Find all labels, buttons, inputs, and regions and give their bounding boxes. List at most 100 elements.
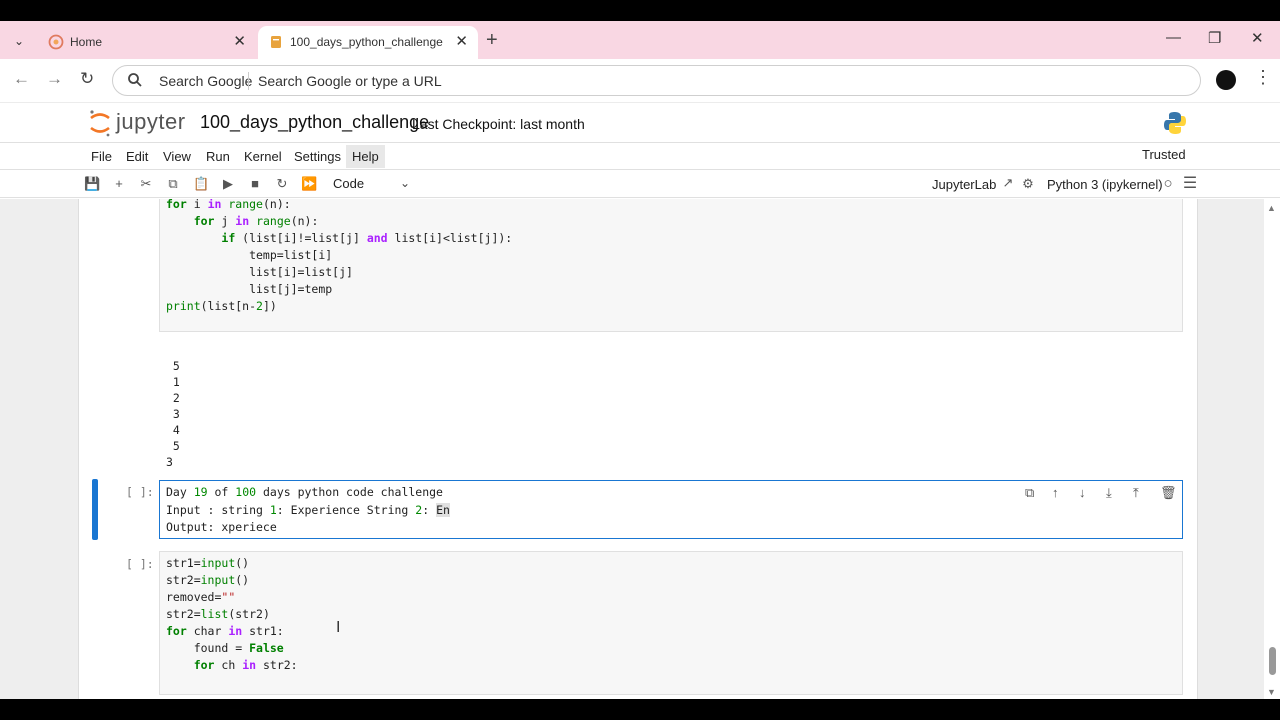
insert-above-icon[interactable]: ⤓ — [1106, 485, 1112, 501]
tab-search-chevron-icon[interactable]: ⌄ — [8, 30, 30, 52]
code-line: for i in range(n): — [166, 199, 291, 211]
scroll-up-icon[interactable]: ▲ — [1267, 203, 1276, 213]
code-line: list[i]=list[j] — [166, 265, 353, 279]
new-tab-plus-icon[interactable]: + — [486, 29, 498, 52]
menu-kernel[interactable]: Kernel — [240, 149, 286, 164]
scroll-down-icon[interactable]: ▼ — [1267, 687, 1276, 697]
window-close-icon[interactable]: ✕ — [1251, 29, 1264, 47]
insert-below-icon[interactable]: ⤒ — [1133, 485, 1139, 501]
output-line: 5 — [166, 439, 180, 453]
tab-home[interactable]: Home ✕ — [38, 26, 256, 59]
tab-title: Home — [70, 35, 103, 49]
code-cell[interactable]: str1=input() str2=input() removed="" str… — [159, 551, 1183, 695]
jupyter-header: jupyter 100_days_python_challenge Last C… — [0, 104, 1280, 142]
browser-menu-icon[interactable]: ⋮ — [1254, 67, 1272, 88]
reload-icon[interactable]: ↻ — [80, 69, 94, 89]
cell-selection-bar[interactable] — [92, 479, 98, 540]
jupyterlab-link[interactable]: JupyterLab — [932, 177, 996, 192]
output-line: 1 — [166, 375, 180, 389]
omnibox-divider — [248, 72, 249, 90]
output-line: 3 — [166, 407, 180, 421]
md-line: Day 19 of 100 days python code challenge — [166, 485, 443, 499]
code-line: found = False — [166, 641, 284, 655]
notebook-toolbar: 💾 + ✂ ⧉ 📋 ▶ ■ ↻ ⏩ Code ⌄ JupyterLab ↗ ⚙ … — [0, 171, 1280, 198]
code-line: str2=input() — [166, 573, 250, 587]
kernel-status-circle-icon: ○ — [1163, 175, 1173, 192]
delete-cell-icon[interactable]: 🗑 — [1160, 485, 1177, 501]
cut-icon[interactable]: ✂ — [138, 176, 154, 192]
search-icon — [128, 73, 142, 87]
cell-type-select[interactable]: Code — [333, 176, 364, 191]
tab-strip: ⌄ Home ✕ 100_days_python_challenge ✕ + —… — [0, 21, 1280, 59]
stop-icon[interactable]: ■ — [247, 176, 263, 192]
close-tab-icon[interactable]: ✕ — [233, 32, 246, 50]
notebook-title[interactable]: 100_days_python_challenge — [200, 112, 429, 133]
cell-prompt: [ ]: — [126, 557, 154, 571]
md-line: Output: xperiece — [166, 520, 277, 534]
kernel-name[interactable]: Python 3 (ipykernel) — [1047, 177, 1163, 192]
menu-edit[interactable]: Edit — [122, 149, 152, 164]
menu-file[interactable]: File — [87, 149, 116, 164]
forward-arrow-icon[interactable]: → — [46, 69, 63, 89]
code-line: temp=list[i] — [166, 248, 333, 262]
insert-cell-icon[interactable]: + — [111, 176, 127, 192]
output-line: 4 — [166, 423, 180, 437]
python-logo-icon — [1164, 112, 1186, 134]
output-line: 3 — [166, 455, 173, 469]
menu-bar: File Edit View Run Kernel Settings Help … — [0, 142, 1280, 170]
debugger-bug-icon[interactable]: ⚙ — [1020, 176, 1036, 192]
fast-forward-icon[interactable]: ⏩ — [301, 176, 317, 192]
code-editor[interactable]: Day 19 of 100 days python code challenge… — [166, 484, 450, 537]
duplicate-cell-icon[interactable]: ⧉ — [1025, 485, 1034, 501]
output-line: 2 — [166, 391, 180, 405]
jupyter-logo-text: jupyter — [116, 109, 186, 134]
code-line: for j in range(n): — [193, 214, 319, 228]
browser-window: ⌄ Home ✕ 100_days_python_challenge ✕ + —… — [0, 21, 1280, 699]
restore-icon[interactable]: ❐ — [1208, 29, 1221, 47]
cell-output: 5 1 2 3 4 5 3 — [166, 358, 180, 470]
run-icon[interactable]: ▶ — [220, 176, 236, 192]
address-bar-row: ← → ↻ Search Google Search Google or typ… — [0, 59, 1280, 103]
scrollbar-thumb[interactable] — [1269, 647, 1276, 675]
code-editor[interactable]: for i in range(n): for j in range(n): if… — [166, 199, 512, 315]
jupyter-logo-icon[interactable] — [88, 108, 112, 138]
search-engine-label[interactable]: Search Google — [159, 73, 252, 89]
chrome-home-icon — [48, 34, 64, 50]
trusted-indicator[interactable]: Trusted — [1142, 147, 1186, 162]
profile-avatar[interactable] — [1216, 70, 1236, 90]
scrollbar[interactable] — [1264, 199, 1280, 699]
save-icon[interactable]: 💾 — [84, 176, 100, 192]
tab-title: 100_days_python_challenge — [290, 35, 443, 49]
md-line: Input : string 1: Experience String 2: E… — [166, 502, 450, 517]
copy-icon[interactable]: ⧉ — [165, 176, 181, 192]
omnibox-placeholder[interactable]: Search Google or type a URL — [258, 73, 442, 89]
menu-help[interactable]: Help — [346, 145, 385, 168]
menu-run[interactable]: Run — [202, 149, 234, 164]
hamburger-menu-icon[interactable]: ☰ — [1182, 176, 1198, 192]
code-line: print(list[n-2]) — [166, 299, 277, 313]
menu-view[interactable]: View — [159, 149, 195, 164]
move-up-arrow-icon[interactable]: ↑ — [1052, 485, 1059, 500]
output-line: 5 — [166, 359, 180, 373]
move-down-arrow-icon[interactable]: ↓ — [1079, 485, 1086, 500]
code-editor[interactable]: str1=input() str2=input() removed="" str… — [166, 555, 298, 674]
notebook-area: for i in range(n): for j in range(n): if… — [0, 199, 1280, 699]
chevron-down-icon[interactable]: ⌄ — [400, 176, 410, 190]
code-cell[interactable]: for i in range(n): for j in range(n): if… — [159, 199, 1183, 332]
code-line: removed="" — [166, 590, 236, 604]
back-arrow-icon[interactable]: ← — [13, 69, 30, 89]
paste-icon[interactable]: 📋 — [193, 176, 209, 192]
close-tab-icon[interactable]: ✕ — [455, 32, 468, 50]
cell-prompt: [ ]: — [126, 485, 154, 499]
external-link-icon[interactable]: ↗ — [1000, 175, 1016, 191]
code-line: list[j]=temp — [166, 282, 333, 296]
restart-icon[interactable]: ↻ — [274, 176, 290, 192]
notebook-file-icon — [271, 36, 281, 48]
tab-notebook[interactable]: 100_days_python_challenge ✕ — [258, 26, 478, 59]
menu-settings[interactable]: Settings — [290, 149, 345, 164]
code-line: for ch in str2: — [193, 658, 298, 672]
code-line: for char in str1: — [166, 624, 284, 638]
code-line: if (list[i]!=list[j] and list[i]<list[j]… — [221, 231, 513, 245]
omnibox[interactable]: Search Google Search Google or type a UR… — [112, 65, 1201, 96]
minimize-icon[interactable]: — — [1166, 29, 1181, 46]
